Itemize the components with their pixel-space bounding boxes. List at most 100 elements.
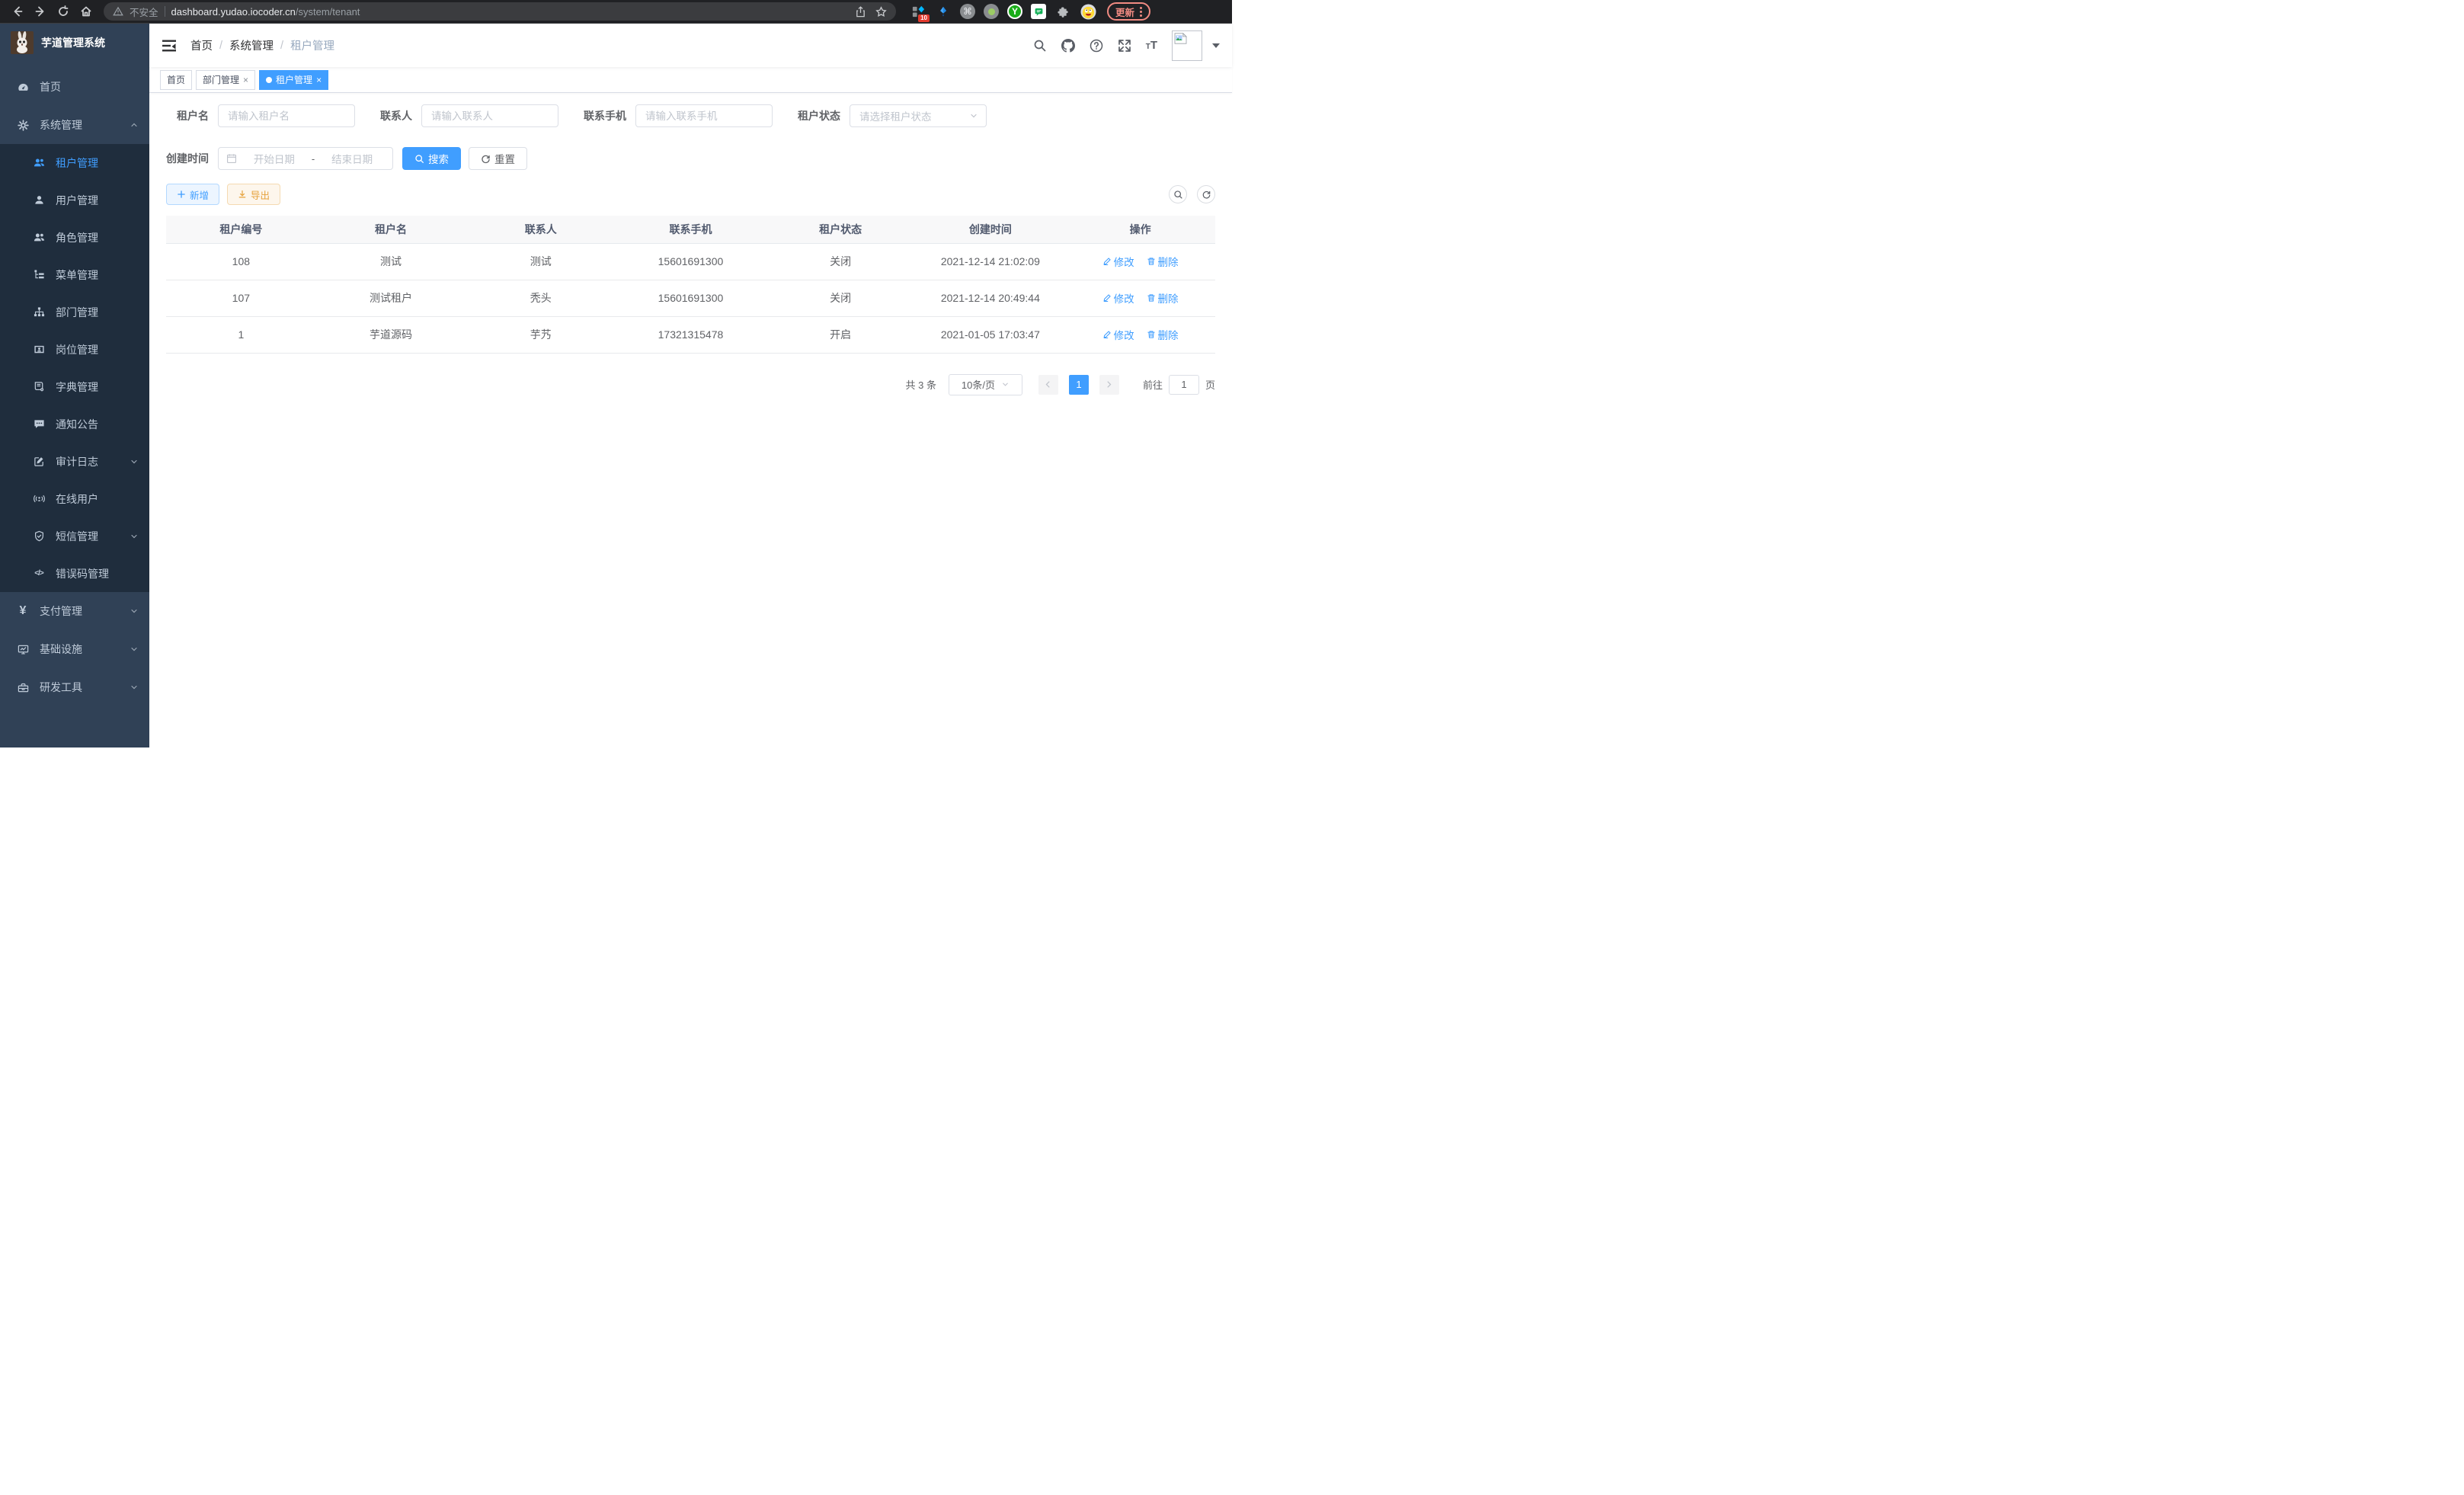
reset-button[interactable]: 重置 <box>469 147 527 170</box>
tag-dept[interactable]: 部门管理 × <box>196 70 255 90</box>
page-size-select[interactable]: 10条/页 <box>949 374 1022 395</box>
toggle-search-button[interactable] <box>1169 185 1187 203</box>
cell-mobile: 15601691300 <box>616 280 766 316</box>
sidebar-item-post[interactable]: 岗位管理 <box>0 331 149 368</box>
contact-input[interactable] <box>421 104 558 127</box>
search-icon <box>414 154 424 164</box>
breadcrumb-current: 租户管理 <box>290 37 334 53</box>
sidebar-item-role[interactable]: 角色管理 <box>0 219 149 256</box>
breadcrumb-separator: / <box>219 40 222 52</box>
browser-forward-button[interactable] <box>30 2 50 21</box>
browser-reload-button[interactable] <box>53 2 73 21</box>
extension-kite-icon[interactable] <box>935 3 952 20</box>
extension-badge: 10 <box>918 14 930 22</box>
calendar-icon <box>226 153 237 164</box>
tag-tenant[interactable]: 租户管理 × <box>259 70 328 90</box>
browser-back-button[interactable] <box>8 2 27 21</box>
sidebar-item-home[interactable]: 首页 <box>0 68 149 106</box>
header-search-icon[interactable] <box>1033 39 1047 53</box>
sidebar-item-online-user[interactable]: 在线用户 <box>0 480 149 517</box>
sidebar-item-label: 通知公告 <box>56 417 98 432</box>
sidebar-item-notice[interactable]: 通知公告 <box>0 405 149 443</box>
help-icon[interactable] <box>1090 39 1103 53</box>
tenant-name-input[interactable] <box>218 104 355 127</box>
sidebar-group-label: 研发工具 <box>40 680 82 695</box>
sidebar-item-error-code[interactable]: </> 错误码管理 <box>0 555 149 592</box>
edit-link[interactable]: 修改 <box>1102 254 1134 269</box>
mobile-input[interactable] <box>635 104 773 127</box>
delete-link[interactable]: 删除 <box>1147 327 1179 342</box>
profile-avatar-icon[interactable] <box>1080 3 1096 20</box>
next-page-button[interactable] <box>1099 375 1119 395</box>
extension-command-icon[interactable]: ⌘ <box>960 4 975 19</box>
sidebar-item-tenant[interactable]: 租户管理 <box>0 144 149 181</box>
close-icon[interactable]: × <box>243 75 248 85</box>
chrome-update-button[interactable]: 更新 <box>1107 2 1150 21</box>
sidebar-group-infra[interactable]: 基础设施 <box>0 630 149 668</box>
address-bar[interactable]: 不安全 dashboard.yudao.iocoder.cn/system/te… <box>104 2 896 21</box>
tag-label: 首页 <box>167 73 185 86</box>
breadcrumb-section[interactable]: 系统管理 <box>229 37 274 53</box>
cell-created: 2021-12-14 20:49:44 <box>916 280 1066 316</box>
extension-y-icon[interactable]: Y <box>1007 4 1022 19</box>
sidebar-item-menu[interactable]: 菜单管理 <box>0 256 149 293</box>
extension-chat-icon[interactable] <box>1031 4 1046 19</box>
sidebar-item-user[interactable]: 用户管理 <box>0 181 149 219</box>
sidebar-group-sms[interactable]: 短信管理 <box>0 517 149 555</box>
sidebar-group-audit-log[interactable]: 审计日志 <box>0 443 149 480</box>
fullscreen-icon[interactable] <box>1118 39 1131 53</box>
sidebar-toggle-icon[interactable] <box>162 38 177 53</box>
status-select[interactable]: 请选择租户状态 <box>850 104 987 127</box>
avatar-dropdown-caret[interactable] <box>1212 43 1220 48</box>
edit-link[interactable]: 修改 <box>1102 327 1134 342</box>
share-icon[interactable] <box>855 6 866 18</box>
breadcrumb-home[interactable]: 首页 <box>190 37 213 53</box>
delete-link[interactable]: 删除 <box>1147 290 1179 306</box>
user-avatar[interactable] <box>1172 30 1202 61</box>
prev-page-button[interactable] <box>1038 375 1058 395</box>
col-actions: 操作 <box>1065 216 1215 243</box>
mobile-label: 联系手机 <box>584 108 626 123</box>
goto-page-input[interactable] <box>1169 375 1199 395</box>
yen-icon: ¥ <box>17 605 29 617</box>
sidebar-group-dev-tools[interactable]: 研发工具 <box>0 668 149 706</box>
browser-menu-icon[interactable] <box>1140 7 1142 17</box>
tag-home[interactable]: 首页 <box>160 70 192 90</box>
sidebar-group-label: 基础设施 <box>40 642 82 657</box>
extensions-puzzle-icon[interactable] <box>1054 3 1071 20</box>
extension-tampermonkey-icon[interactable]: 10 <box>910 3 926 20</box>
sidebar-group-system[interactable]: 系统管理 <box>0 106 149 144</box>
code-icon: </> <box>33 568 45 580</box>
tenant-table: 租户编号 租户名 联系人 联系手机 租户状态 创建时间 操作 108 测试 测试 <box>166 216 1215 354</box>
cell-tenant-name: 芋道源码 <box>316 316 466 353</box>
page-number-button[interactable]: 1 <box>1069 375 1089 395</box>
col-mobile: 联系手机 <box>616 216 766 243</box>
table-row: 108 测试 测试 15601691300 关闭 2021-12-14 21:0… <box>166 243 1215 280</box>
app-title: 芋道管理系统 <box>41 35 105 50</box>
sidebar-item-dept[interactable]: 部门管理 <box>0 293 149 331</box>
export-button[interactable]: 导出 <box>227 184 280 205</box>
github-icon[interactable] <box>1061 39 1075 53</box>
sidebar-group-pay[interactable]: ¥ 支付管理 <box>0 592 149 630</box>
close-icon[interactable]: × <box>316 75 322 85</box>
search-button[interactable]: 搜索 <box>402 147 461 170</box>
shield-check-icon <box>33 530 45 543</box>
date-separator: - <box>312 153 315 165</box>
refresh-table-button[interactable] <box>1197 185 1215 203</box>
edit-link[interactable]: 修改 <box>1102 290 1134 306</box>
delete-link[interactable]: 删除 <box>1147 254 1179 269</box>
app-logo-row[interactable]: 芋道管理系统 <box>0 24 149 62</box>
font-size-icon[interactable]: TT <box>1146 39 1157 52</box>
browser-home-button[interactable] <box>76 2 96 21</box>
extension-status-icon[interactable] <box>984 4 999 19</box>
sidebar-item-dict[interactable]: 字典管理 <box>0 368 149 405</box>
chevron-down-icon <box>130 532 139 541</box>
edit-icon <box>1102 257 1112 266</box>
bookmark-star-icon[interactable] <box>875 6 887 18</box>
sidebar: 芋道管理系统 首页 系统管理 <box>0 24 149 748</box>
col-created: 创建时间 <box>916 216 1066 243</box>
date-range-picker[interactable]: 开始日期 - 结束日期 <box>218 147 393 170</box>
chevron-down-icon <box>969 111 978 120</box>
add-button[interactable]: 新增 <box>166 184 219 205</box>
not-secure-warning-icon[interactable] <box>113 6 123 17</box>
